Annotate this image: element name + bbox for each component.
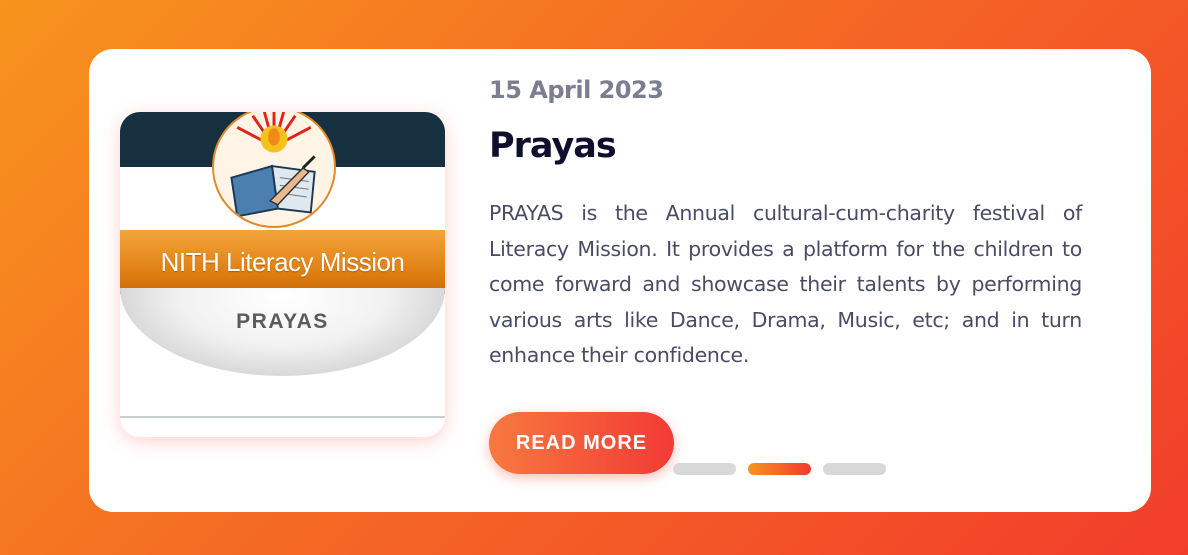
image-subtitle-text: PRAYAS bbox=[236, 310, 329, 333]
carousel-dot-1[interactable] bbox=[673, 463, 736, 475]
image-banner: NITH Literacy Mission bbox=[120, 230, 445, 294]
read-more-button[interactable]: READ MORE bbox=[489, 412, 674, 474]
event-image[interactable]: NITH Literacy Mission PRAYAS bbox=[120, 112, 445, 437]
lamp-book-emblem-icon bbox=[212, 112, 336, 228]
event-title[interactable]: Prayas bbox=[489, 126, 617, 166]
event-description: PRAYAS is the Annual cultural-cum-charit… bbox=[489, 201, 1082, 367]
carousel-pagination bbox=[673, 463, 886, 475]
carousel-dot-3[interactable] bbox=[823, 463, 886, 475]
event-date: 15 April 2023 bbox=[489, 76, 664, 104]
image-banner-text: NITH Literacy Mission bbox=[160, 246, 405, 277]
image-bowl: PRAYAS bbox=[120, 288, 445, 376]
event-card: NITH Literacy Mission PRAYAS 15 April 20… bbox=[89, 49, 1151, 512]
carousel-dot-2[interactable] bbox=[748, 463, 811, 475]
image-divider bbox=[120, 416, 445, 418]
